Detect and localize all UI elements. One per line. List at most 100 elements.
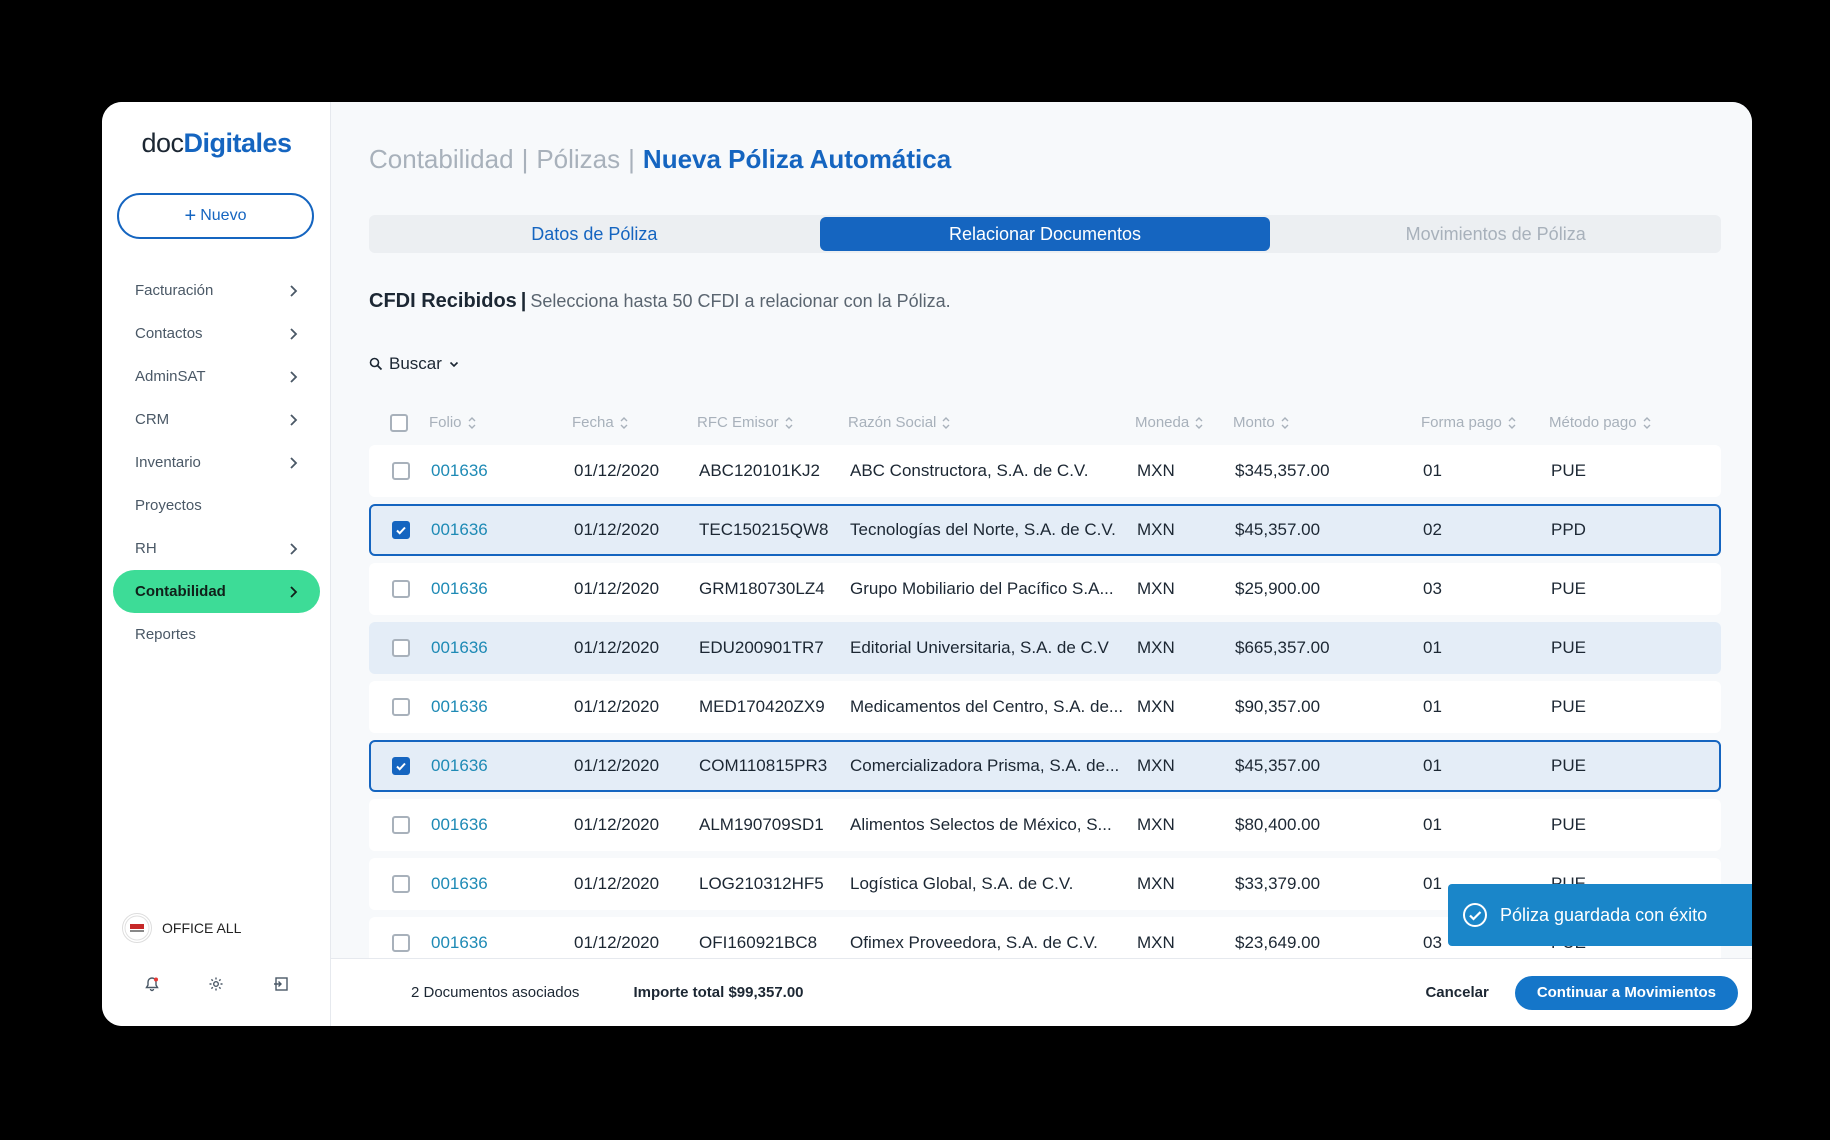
footer-bar: 2 Documentos asociados Importe total $99… [331,958,1752,1026]
row-checkbox[interactable] [392,521,410,539]
row-checkbox-cell [371,698,431,716]
cell-folio[interactable]: 001636 [431,933,574,953]
tab-relacionar-documentos[interactable]: Relacionar Documentos [819,217,1271,251]
sort-icon [1281,416,1289,430]
row-checkbox-cell [371,875,431,893]
cell-monto: $33,379.00 [1235,874,1321,893]
cell-folio[interactable]: 001636 [431,461,574,481]
settings-gear-icon[interactable] [206,974,226,994]
breadcrumb-polizas[interactable]: Pólizas [536,144,620,174]
chevron-right-icon [286,585,300,599]
cell-fecha: 01/12/2020 [574,638,660,657]
column-header-forma-pago[interactable]: Forma pago [1421,414,1549,431]
column-header-monto[interactable]: Monto [1233,414,1421,431]
column-header-fecha[interactable]: Fecha [572,414,697,431]
cell-moneda: MXN [1137,815,1175,834]
row-checkbox[interactable] [392,580,410,598]
table-row[interactable]: 001636 01/12/2020 ALM190709SD1 Alimentos Se… [369,799,1721,851]
company-switcher[interactable]: OFFICE ALL [122,913,241,943]
cell-rfc: COM110815PR3 [699,756,828,775]
sidebar-nav: Facturación Contactos AdminSAT CRM Inventari… [113,269,320,656]
app-logo[interactable]: docDigitales [102,128,331,159]
sidebar-item-proyectos[interactable]: Proyectos [113,484,320,527]
sidebar-item-facturaci-n[interactable]: Facturación [113,269,320,312]
table-row[interactable]: 001636 01/12/2020 GRM180730LZ4 Grupo Mobili… [369,563,1721,615]
sidebar-item-rh[interactable]: RH [113,527,320,570]
row-checkbox[interactable] [392,698,410,716]
cell-forma-pago: 01 [1423,697,1442,716]
cell-folio[interactable]: 001636 [431,520,574,540]
column-header-folio[interactable]: Folio [429,414,572,431]
logout-icon[interactable] [271,974,291,994]
cell-folio[interactable]: 001636 [431,874,574,894]
column-header-metodo-pago[interactable]: Método pago [1549,414,1709,431]
cell-rfc: LOG210312HF5 [699,874,824,893]
row-checkbox[interactable] [392,875,410,893]
notification-bell-icon[interactable] [142,974,162,994]
cell-forma-pago: 01 [1423,815,1442,834]
row-checkbox[interactable] [392,639,410,657]
cell-monto: $80,400.00 [1235,815,1321,834]
cell-fecha: 01/12/2020 [574,579,660,598]
tab-datos-poliza[interactable]: Datos de Póliza [369,215,820,253]
table-row[interactable]: 001636 01/12/2020 COM110815PR3 Comercializa… [369,740,1721,792]
sidebar-item-adminsat[interactable]: AdminSAT [113,355,320,398]
cell-razon-social: Grupo Mobiliario del Pacífico S.A... [850,579,1114,598]
company-logo [122,913,152,943]
cell-folio[interactable]: 001636 [431,697,574,717]
cell-fecha: 01/12/2020 [574,697,660,716]
cell-metodo-pago: PUE [1551,579,1586,598]
cancel-button[interactable]: Cancelar [1425,984,1488,1001]
sidebar-item-label: AdminSAT [135,368,206,385]
cell-razon-social: Editorial Universitaria, S.A. de C.V [850,638,1109,657]
row-checkbox[interactable] [392,934,410,952]
sidebar-item-inventario[interactable]: Inventario [113,441,320,484]
row-checkbox-cell [371,639,431,657]
search-label: Buscar [389,354,442,373]
continue-button[interactable]: Continuar a Movimientos [1514,975,1738,1010]
app-window: docDigitales + Nuevo Facturación Contacto… [102,102,1752,1026]
cell-folio[interactable]: 001636 [431,756,574,776]
cell-monto: $665,357.00 [1235,638,1330,657]
cell-folio[interactable]: 001636 [431,638,574,658]
new-button[interactable]: + Nuevo [117,193,314,239]
search-dropdown[interactable]: Buscar [369,354,460,374]
sidebar-item-crm[interactable]: CRM [113,398,320,441]
sidebar-item-contabilidad[interactable]: Contabilidad [113,570,320,613]
select-all-checkbox[interactable] [390,413,408,432]
section-heading: CFDI Recibidos | Selecciona hasta 50 CFDI … [369,290,951,313]
sort-icon [785,416,793,430]
toast-message: Póliza guardada con éxito [1500,904,1708,925]
column-header-label: Razón Social [848,414,937,431]
cell-moneda: MXN [1137,520,1175,539]
checkmark-icon [396,762,406,771]
cell-monto: $45,357.00 [1235,520,1321,539]
table-row[interactable]: 001636 01/12/2020 TEC150215QW8 Tecnologías … [369,504,1721,556]
cell-forma-pago: 01 [1423,756,1442,775]
row-checkbox[interactable] [392,816,410,834]
table-row[interactable]: 001636 01/12/2020 EDU200901TR7 Editorial Un… [369,622,1721,674]
cell-metodo-pago: PUE [1551,815,1586,834]
column-header-label: Método pago [1549,414,1637,431]
page-title: Nueva Póliza Automática [642,144,952,174]
column-header-moneda[interactable]: Moneda [1135,414,1233,431]
row-checkbox-cell [371,757,431,775]
breadcrumb-contabilidad[interactable]: Contabilidad [369,144,514,174]
cell-folio[interactable]: 001636 [431,815,574,835]
tab-movimientos-poliza[interactable]: Movimientos de Póliza [1270,215,1721,253]
sidebar-item-contactos[interactable]: Contactos [113,312,320,355]
cell-folio[interactable]: 001636 [431,579,574,599]
table-row[interactable]: 001636 01/12/2020 MED170420ZX9 Medicamentos… [369,681,1721,733]
chevron-right-icon [286,327,300,341]
row-checkbox[interactable] [392,462,410,480]
row-checkbox[interactable] [392,757,410,775]
column-header-rfc[interactable]: RFC Emisor [697,414,848,431]
sidebar-item-label: CRM [135,411,170,428]
sidebar: docDigitales + Nuevo Facturación Contacto… [102,102,331,1026]
table-row[interactable]: 001636 01/12/2020 ABC120101KJ2 ABC Construc… [369,445,1721,497]
sidebar-item-reportes[interactable]: Reportes [113,613,320,656]
cell-fecha: 01/12/2020 [574,461,660,480]
row-checkbox-cell [371,462,431,480]
column-header-razon-social[interactable]: Razón Social [848,414,1135,431]
cell-razon-social: Tecnologías del Norte, S.A. de C.V. [850,520,1116,539]
